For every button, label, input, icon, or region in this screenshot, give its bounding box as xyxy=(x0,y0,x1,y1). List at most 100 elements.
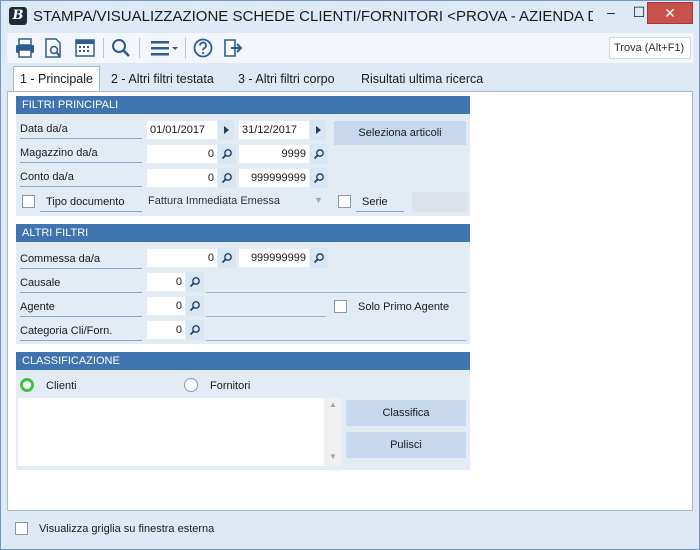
altri-filtri-panel: ALTRI FILTRI Commessa da/a 0 999999999 C… xyxy=(16,224,470,344)
label-underline xyxy=(356,211,404,212)
magnifier-icon xyxy=(313,173,324,184)
data-to-input[interactable]: 31/12/2017 xyxy=(238,120,310,140)
chevron-right-icon xyxy=(316,126,321,134)
serie-field xyxy=(412,192,468,212)
list-scrollbar[interactable]: ▲ ▼ xyxy=(324,398,342,466)
magazzino-from-search-button[interactable] xyxy=(218,144,236,164)
search-icon[interactable] xyxy=(109,36,133,60)
app-logo-icon: B xyxy=(9,7,27,25)
magnifier-icon xyxy=(221,253,232,264)
data-to-arrow-button[interactable] xyxy=(310,120,326,140)
tab-bar: 1 - Principale 2 - Altri filtri testata … xyxy=(7,66,693,92)
label-underline xyxy=(20,292,142,293)
conto-from-input[interactable]: 0 xyxy=(146,168,218,188)
tab-principale[interactable]: 1 - Principale xyxy=(13,66,100,92)
label-underline xyxy=(40,211,142,212)
clienti-radio[interactable] xyxy=(20,378,34,392)
title-bar: B STAMPA/VISUALIZZAZIONE SCHEDE CLIENTI/… xyxy=(1,1,699,32)
causale-label: Causale xyxy=(20,277,61,289)
conto-to-search-button[interactable] xyxy=(310,168,328,188)
magnifier-icon xyxy=(189,325,200,336)
categoria-description-field xyxy=(206,340,466,341)
menu-icon[interactable] xyxy=(147,36,181,60)
exit-icon[interactable] xyxy=(221,36,245,60)
chevron-right-icon xyxy=(224,126,229,134)
conto-to-input[interactable]: 999999999 xyxy=(238,168,310,188)
causale-description-field xyxy=(206,292,466,293)
scroll-up-icon[interactable]: ▲ xyxy=(329,400,337,409)
classifica-button[interactable]: Classifica xyxy=(346,400,466,426)
label-underline xyxy=(20,268,142,269)
magnifier-icon xyxy=(221,149,232,160)
scroll-down-icon[interactable]: ▼ xyxy=(329,452,337,461)
close-button[interactable]: ✕ xyxy=(647,2,693,24)
window-title: STAMPA/VISUALIZZAZIONE SCHEDE CLIENTI/FO… xyxy=(33,8,593,25)
commessa-to-search-button[interactable] xyxy=(310,248,328,268)
label-underline xyxy=(20,138,142,139)
commessa-to-input[interactable]: 999999999 xyxy=(238,248,310,268)
label-underline xyxy=(20,316,142,317)
categoria-search-button[interactable] xyxy=(186,320,204,340)
minimize-button[interactable]: – xyxy=(597,2,625,24)
tab-content: FILTRI PRINCIPALI Data da/a 01/01/2017 3… xyxy=(7,91,693,511)
toolbar-separator xyxy=(103,38,104,58)
commessa-from-input[interactable]: 0 xyxy=(146,248,218,268)
clienti-label: Clienti xyxy=(46,380,77,392)
tab-risultati-ultima-ricerca[interactable]: Risultati ultima ricerca xyxy=(361,68,483,92)
tab-altri-filtri-corpo[interactable]: 3 - Altri filtri corpo xyxy=(238,68,335,92)
conto-from-search-button[interactable] xyxy=(218,168,236,188)
label-underline xyxy=(20,340,142,341)
classificazione-list[interactable] xyxy=(18,398,342,466)
pulisci-button[interactable]: Pulisci xyxy=(346,432,466,458)
calendar-grid-icon[interactable] xyxy=(73,36,97,60)
magnifier-icon xyxy=(313,149,324,160)
fornitori-radio[interactable] xyxy=(184,378,198,392)
magnifier-icon xyxy=(189,277,200,288)
magnifier-icon xyxy=(221,173,232,184)
magnifier-icon xyxy=(189,301,200,312)
data-from-input[interactable]: 01/01/2017 xyxy=(146,120,218,140)
dropdown-arrow-icon[interactable]: ▼ xyxy=(314,195,323,205)
magazzino-from-input[interactable]: 0 xyxy=(146,144,218,164)
tipo-documento-checkbox[interactable] xyxy=(22,195,35,208)
label-underline xyxy=(20,186,142,187)
causale-input[interactable]: 0 xyxy=(146,272,186,292)
fornitori-label: Fornitori xyxy=(210,380,251,392)
filtri-principali-header: FILTRI PRINCIPALI xyxy=(16,96,470,114)
serie-label: Serie xyxy=(362,196,388,208)
commessa-from-search-button[interactable] xyxy=(218,248,236,268)
agente-input[interactable]: 0 xyxy=(146,296,186,316)
magnifier-icon xyxy=(313,253,324,264)
classificazione-panel: CLASSIFICAZIONE Clienti Fornitori ▲ ▼ Cl… xyxy=(16,352,470,470)
tab-altri-filtri-testata[interactable]: 2 - Altri filtri testata xyxy=(111,68,214,92)
categoria-label: Categoria Cli/Forn. xyxy=(20,325,113,337)
visualizza-griglia-checkbox[interactable] xyxy=(15,522,28,535)
agente-search-button[interactable] xyxy=(186,296,204,316)
serie-checkbox[interactable] xyxy=(338,195,351,208)
main-window: B STAMPA/VISUALIZZAZIONE SCHEDE CLIENTI/… xyxy=(0,0,700,550)
magazzino-label: Magazzino da/a xyxy=(20,147,98,159)
altri-filtri-header: ALTRI FILTRI xyxy=(16,224,470,242)
tipo-documento-select[interactable]: Fattura Immediata Emessa xyxy=(148,195,280,207)
solo-primo-agente-checkbox[interactable] xyxy=(334,300,347,313)
solo-primo-agente-label: Solo Primo Agente xyxy=(358,301,450,313)
magazzino-to-search-button[interactable] xyxy=(310,144,328,164)
toolbar-separator xyxy=(139,38,140,58)
tipo-documento-label: Tipo documento xyxy=(46,196,125,208)
toolbar: Trova (Alt+F1) xyxy=(7,33,693,63)
data-from-arrow-button[interactable] xyxy=(218,120,234,140)
categoria-input[interactable]: 0 xyxy=(146,320,186,340)
conto-label: Conto da/a xyxy=(20,171,74,183)
causale-search-button[interactable] xyxy=(186,272,204,292)
classificazione-header: CLASSIFICAZIONE xyxy=(16,352,470,370)
printer-icon[interactable] xyxy=(13,36,37,60)
seleziona-articoli-button[interactable]: Seleziona articoli xyxy=(334,121,466,145)
print-preview-icon[interactable] xyxy=(41,36,65,60)
find-input[interactable]: Trova (Alt+F1) xyxy=(609,37,691,59)
commessa-label: Commessa da/a xyxy=(20,253,101,265)
filtri-principali-panel: FILTRI PRINCIPALI Data da/a 01/01/2017 3… xyxy=(16,96,470,216)
label-underline xyxy=(20,162,142,163)
magazzino-to-input[interactable]: 9999 xyxy=(238,144,310,164)
help-icon[interactable] xyxy=(191,36,215,60)
data-label: Data da/a xyxy=(20,123,68,135)
